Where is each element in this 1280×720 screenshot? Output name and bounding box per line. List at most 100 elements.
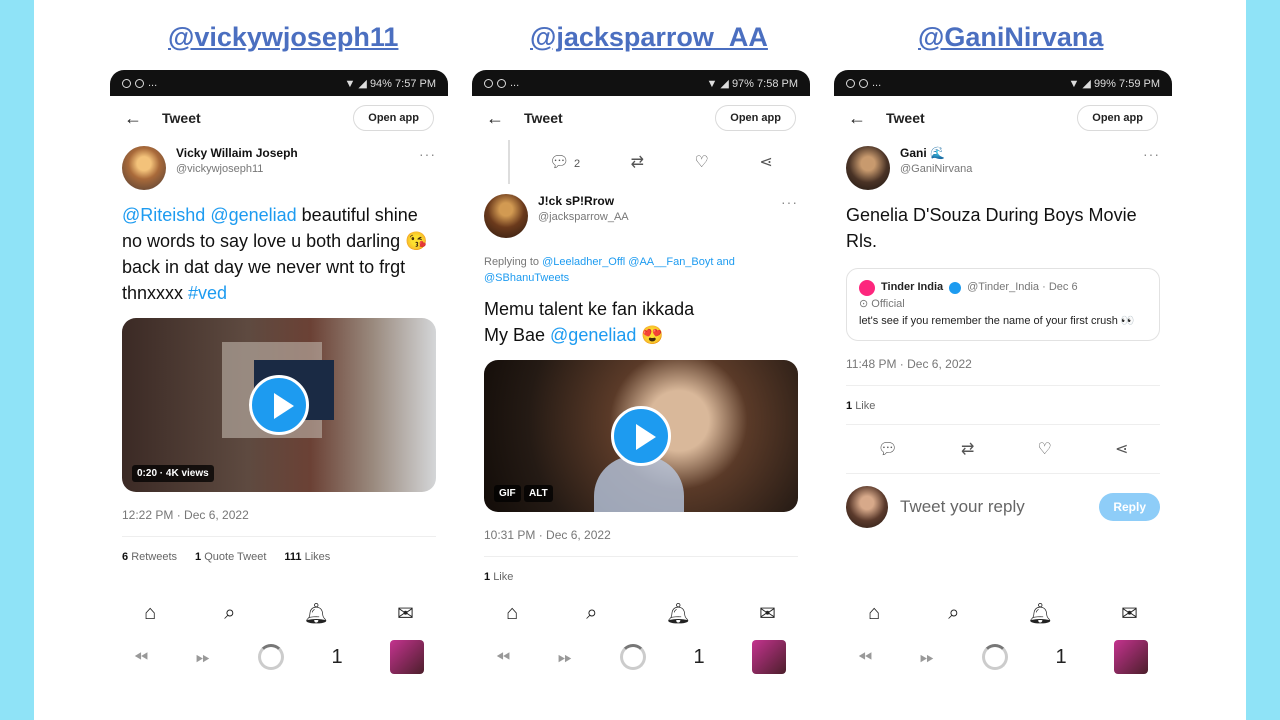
page-counter: 1 (693, 645, 705, 668)
notifications-bell-icon[interactable]: 🔔︎ (304, 601, 329, 626)
tweet-content: Gani 🌊 @GaniNirvana ··· Genelia D'Souza … (834, 140, 1172, 592)
page-title: Tweet (162, 110, 201, 126)
tweet-content: 💬︎ 2 ⇄ ♡ ⋖ J!ck sP!Rrow @jacksparrow_AA … (472, 140, 810, 592)
media-controls: ⏪︎ ⏩︎ 1 (834, 634, 1172, 680)
header-vickywjoseph11[interactable]: @vickywjoseph11 (168, 22, 398, 53)
likes-stat[interactable]: 111 Likes (284, 551, 330, 563)
avatar[interactable] (484, 194, 528, 238)
play-icon[interactable] (611, 406, 671, 466)
author-name[interactable]: J!ck sP!Rrow (538, 194, 781, 208)
notifications-bell-icon[interactable]: 🔔︎ (1028, 601, 1053, 626)
video-player[interactable]: 0:20 · 4K views (122, 318, 436, 492)
header-jacksparrow[interactable]: @jacksparrow_AA (530, 22, 768, 53)
mention-link[interactable]: @geneliad (550, 325, 636, 345)
mention-link[interactable]: @geneliad (210, 205, 296, 225)
tweet-line: Memu talent ke fan ikkada (484, 299, 695, 319)
like-heart-icon[interactable]: ♡ (695, 152, 709, 172)
header-ganinirvana[interactable]: @GaniNirvana (918, 22, 1103, 53)
likes-stat[interactable]: 1 Like (484, 571, 513, 583)
back-arrow-icon[interactable]: ← (848, 108, 876, 129)
more-options-icon[interactable]: ··· (1143, 146, 1160, 162)
more-options-icon[interactable]: ··· (419, 146, 436, 162)
mention-link[interactable]: @Riteishd (122, 205, 205, 225)
author-handle[interactable]: @vickywjoseph11 (176, 163, 419, 175)
back-arrow-icon[interactable]: ← (486, 108, 514, 129)
search-icon[interactable]: ⌕ (586, 602, 597, 625)
top-bar: ← Tweet Open app (110, 96, 448, 140)
retweets-stat[interactable]: 6 Retweets (122, 551, 177, 563)
phone-screenshot-1: ... ▼ ◢ 94% 7:57 PM ← Tweet Open app Vic… (110, 70, 448, 700)
likes-stat[interactable]: 1 Like (846, 400, 875, 412)
video-duration-badge: 0:20 · 4K views (132, 465, 214, 482)
home-icon[interactable]: ⌂ (144, 602, 156, 625)
reply-button[interactable]: Reply (1099, 493, 1160, 521)
open-app-button[interactable]: Open app (715, 105, 796, 131)
author-name[interactable]: Gani 🌊 (900, 146, 1143, 160)
open-app-button[interactable]: Open app (1077, 105, 1158, 131)
quoted-tweet[interactable]: Tinder India @Tinder_India · Dec 6 ⊙ Off… (846, 268, 1160, 341)
bottom-nav: ⌂ ⌕ 🔔︎ ✉ (834, 592, 1172, 634)
fast-forward-icon[interactable]: ⏩︎ (558, 647, 572, 668)
search-icon[interactable]: ⌕ (948, 602, 959, 625)
fast-forward-icon[interactable]: ⏩︎ (196, 647, 210, 668)
rewind-icon[interactable]: ⏪︎ (496, 647, 510, 668)
home-icon[interactable]: ⌂ (868, 602, 880, 625)
profile-thumbnail[interactable] (752, 640, 787, 674)
bottom-nav: ⌂ ⌕ 🔔︎ ✉ (110, 592, 448, 634)
search-icon[interactable]: ⌕ (224, 602, 235, 625)
divider (122, 536, 436, 537)
author-name[interactable]: Vicky Willaim Joseph (176, 146, 419, 160)
tweet-timestamp[interactable]: 12:22 PM · Dec 6, 2022 (122, 508, 436, 522)
retweet-icon[interactable]: ⇄ (961, 439, 974, 459)
hashtag-link[interactable]: #ved (188, 283, 227, 303)
share-icon[interactable]: ⋖ (1115, 439, 1128, 459)
current-user-avatar (846, 486, 888, 528)
notification-icon (859, 78, 868, 88)
status-bar: ... ▼ ◢ 94% 7:57 PM (110, 70, 448, 96)
top-bar: ← Tweet Open app (834, 96, 1172, 140)
messages-icon[interactable]: ✉ (1121, 601, 1138, 626)
official-badge-icon: ⊙ (859, 298, 869, 310)
avatar[interactable] (122, 146, 166, 190)
tweet-text: @Riteishd @geneliad beautiful shine no w… (122, 202, 436, 306)
status-bar: ... ▼ ◢ 97% 7:58 PM (472, 70, 810, 96)
home-icon[interactable]: ⌂ (506, 602, 518, 625)
notification-icon (135, 78, 144, 88)
fast-forward-icon[interactable]: ⏩︎ (920, 647, 934, 668)
status-bar: ... ▼ ◢ 99% 7:59 PM (834, 70, 1172, 96)
profile-thumbnail[interactable] (1114, 640, 1149, 674)
messages-icon[interactable]: ✉ (397, 601, 414, 626)
tweet-author: Vicky Willaim Joseph @vickywjoseph11 ··· (122, 146, 436, 190)
notification-icon (497, 78, 506, 88)
back-arrow-icon[interactable]: ← (124, 108, 152, 129)
gif-player[interactable]: GIF ALT (484, 360, 798, 512)
page-title: Tweet (886, 110, 925, 126)
tinder-logo-icon (859, 279, 875, 296)
battery-level: 94% (369, 77, 392, 90)
battery-level: 99% (1093, 77, 1116, 90)
quote-tweets-stat[interactable]: 1 Quote Tweet (195, 551, 266, 563)
retweet-icon[interactable]: ⇄ (631, 152, 644, 172)
share-icon[interactable]: ⋖ (759, 152, 772, 172)
profile-thumbnail[interactable] (390, 640, 425, 674)
more-options-icon[interactable]: ··· (781, 194, 798, 210)
alt-badge[interactable]: ALT (524, 485, 553, 502)
reply-icon[interactable]: 💬︎ 2 (549, 152, 580, 172)
messages-icon[interactable]: ✉ (759, 601, 776, 626)
like-heart-icon[interactable]: ♡ (1038, 439, 1052, 459)
rewind-icon[interactable]: ⏪︎ (134, 647, 148, 668)
avatar[interactable] (846, 146, 890, 190)
author-handle[interactable]: @GaniNirvana (900, 163, 1143, 175)
rewind-icon[interactable]: ⏪︎ (858, 647, 872, 668)
notifications-bell-icon[interactable]: 🔔︎ (666, 601, 691, 626)
signal-icon: ▼ ◢ (1068, 77, 1091, 90)
tweet-timestamp[interactable]: 10:31 PM · Dec 6, 2022 (484, 528, 798, 542)
tweet-timestamp[interactable]: 11:48 PM · Dec 6, 2022 (846, 357, 1160, 371)
reply-input[interactable]: Tweet your reply (900, 497, 1099, 517)
play-icon[interactable] (249, 375, 309, 435)
open-app-button[interactable]: Open app (353, 105, 434, 131)
status-time: 7:57 PM (395, 77, 436, 90)
notification-icon (122, 78, 131, 88)
reply-icon[interactable]: 💬︎ (878, 439, 898, 459)
author-handle[interactable]: @jacksparrow_AA (538, 211, 781, 223)
